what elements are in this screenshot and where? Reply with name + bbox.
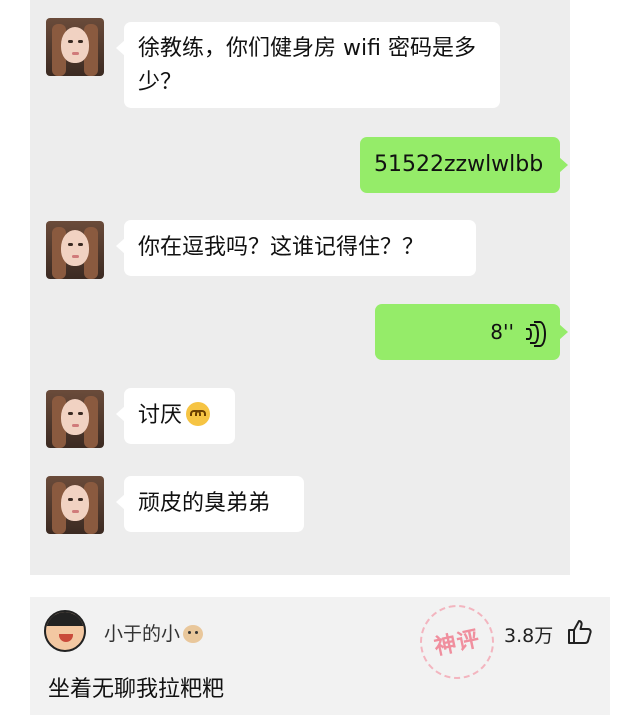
message-text: 51522zzwlwlbb: [374, 152, 544, 177]
stamp-text: 神评: [432, 626, 483, 661]
message-bubble-outgoing[interactable]: 51522zzwlwlbb: [360, 137, 568, 193]
message-bubble-incoming[interactable]: 徐教练，你们健身房 wifi 密码是多 少？: [116, 22, 500, 108]
contact-avatar[interactable]: [46, 476, 104, 534]
god-comment-stamp: 神评: [413, 598, 501, 686]
chat-screenshot: 徐教练，你们健身房 wifi 密码是多 少？ 51522zzwlwlbb 你在逗…: [30, 0, 570, 575]
message-bubble-incoming[interactable]: 顽皮的臭弟弟: [116, 476, 304, 532]
contact-avatar[interactable]: [46, 221, 104, 279]
message-text: 徐教练，你们健身房 wifi 密码是多: [138, 36, 476, 61]
like-count: 3.8万: [504, 625, 554, 647]
thumbs-up-icon[interactable]: [567, 619, 593, 645]
message-text: 讨厌: [138, 403, 183, 428]
contact-avatar[interactable]: [46, 18, 104, 76]
contact-avatar[interactable]: [46, 390, 104, 448]
username-text: 小于的小: [104, 623, 181, 645]
message-text: 顽皮的臭弟弟: [138, 491, 271, 516]
message-bubble-incoming[interactable]: 讨厌: [116, 388, 235, 444]
blush-emoji: [186, 402, 211, 426]
comment-card: 小于的小 神评 3.8万 坐着无聊我拉粑粑: [30, 597, 610, 715]
commenter-avatar[interactable]: [44, 610, 86, 652]
voice-icon: [524, 321, 546, 347]
message-bubble-incoming[interactable]: 你在逗我吗？这谁记得住？？: [116, 220, 476, 276]
message-text: 少？: [138, 70, 183, 95]
dog-emoji: [183, 625, 204, 643]
commenter-name[interactable]: 小于的小: [104, 619, 204, 646]
message-text: 你在逗我吗？这谁记得住？？: [138, 235, 425, 260]
comment-text: 坐着无聊我拉粑粑: [48, 677, 225, 702]
voice-duration: 8'': [490, 320, 514, 344]
voice-message-bubble[interactable]: 8'': [375, 304, 568, 360]
